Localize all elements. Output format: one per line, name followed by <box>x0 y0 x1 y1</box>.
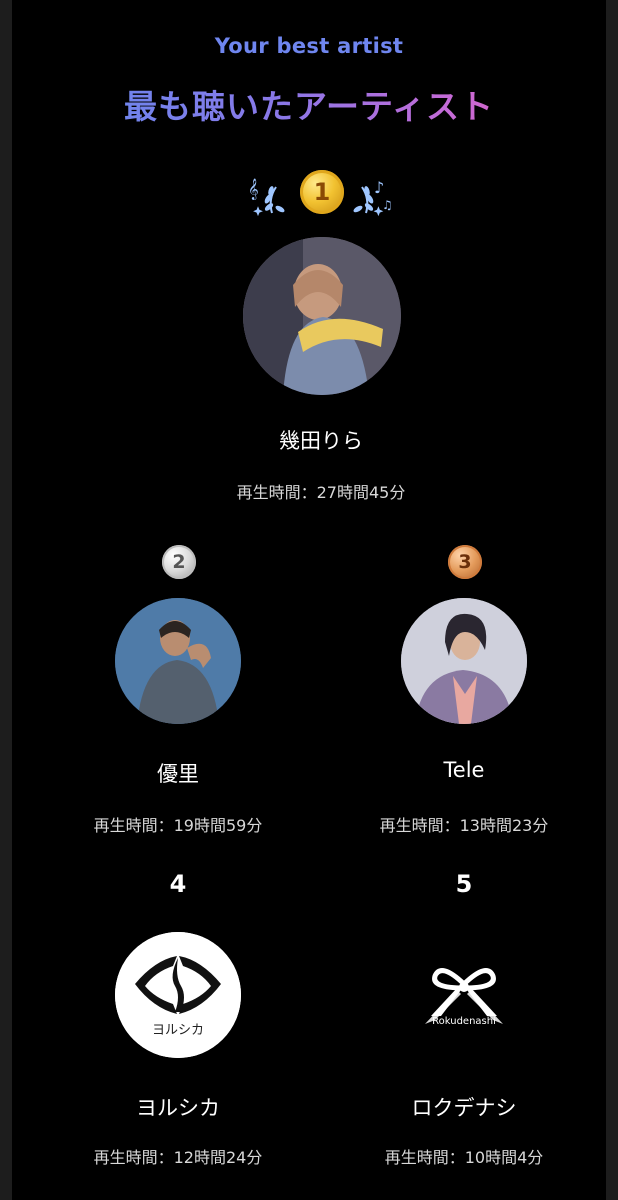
rokudenashi-ribbon-logo-icon: Rokudenashi <box>401 932 527 1058</box>
yorushika-logo-text: ヨルシカ <box>152 1023 204 1038</box>
rank-number-5: 5 <box>455 870 473 898</box>
silver-medal-icon: 2 <box>162 545 196 579</box>
gold-medal-icon: 1 <box>300 170 344 214</box>
rokudenashi-logo-text: Rokudenashi <box>432 1016 496 1027</box>
artist-avatar-1[interactable] <box>243 237 401 395</box>
bronze-medal-icon: 3 <box>448 545 482 579</box>
playtime-2: 再生時間：19時間59分 <box>93 816 263 835</box>
playtime-3: 再生時間：13時間23分 <box>379 816 549 835</box>
playtime-5: 再生時間：10時間4分 <box>384 1148 544 1167</box>
svg-text:𝄞: 𝄞 <box>248 179 259 200</box>
artist-avatar-3[interactable] <box>401 598 527 724</box>
artist-name-2: 優里 <box>157 762 199 786</box>
ranking-card: Your best artist 最も聴いたアーティスト 𝄞 ♪ ♫ 1 幾田り… <box>12 0 606 1200</box>
subtitle: Your best artist <box>214 34 404 58</box>
yorushika-logo-icon: ヨルシカ <box>115 932 241 1058</box>
svg-text:♫: ♫ <box>382 198 393 212</box>
portrait-image <box>401 598 527 724</box>
svg-text:♪: ♪ <box>374 178 384 197</box>
artist-name-1: 幾田りら <box>279 429 363 453</box>
artist-avatar-5[interactable]: Rokudenashi <box>401 932 527 1058</box>
artist-name-5: ロクデナシ <box>411 1096 517 1120</box>
artist-avatar-2[interactable] <box>115 598 241 724</box>
playtime-4: 再生時間：12時間24分 <box>93 1148 263 1167</box>
artist-avatar-4[interactable]: ヨルシカ <box>115 932 241 1058</box>
portrait-image <box>115 598 241 724</box>
portrait-image <box>243 237 401 395</box>
artist-name-4: ヨルシカ <box>136 1096 220 1120</box>
playtime-1: 再生時間：27時間45分 <box>236 483 406 502</box>
page-title: 最も聴いたアーティスト <box>12 80 606 128</box>
artist-name-3: Tele <box>443 758 485 782</box>
rank-number-4: 4 <box>169 870 187 898</box>
